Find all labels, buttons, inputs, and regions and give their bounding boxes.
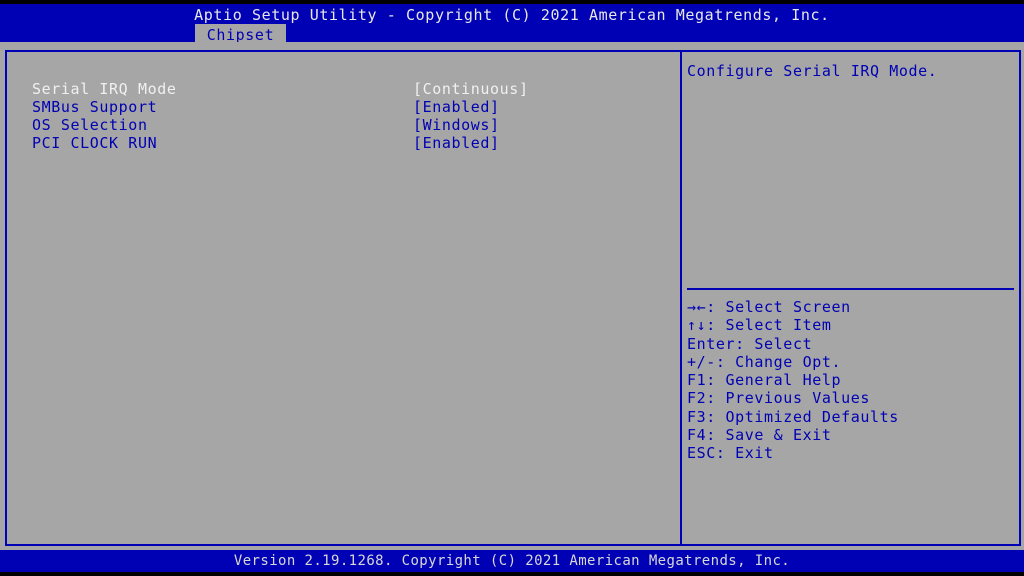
setting-label: Serial IRQ Mode: [32, 80, 177, 98]
setting-serial-irq-mode[interactable]: Serial IRQ Mode [Continuous]: [32, 80, 672, 98]
setting-pci-clock-run[interactable]: PCI CLOCK RUN [Enabled]: [32, 134, 672, 152]
setting-value[interactable]: [Enabled]: [413, 98, 500, 116]
key-esc-exit: ESC: Exit: [687, 444, 774, 463]
help-divider: [687, 288, 1014, 290]
setting-value[interactable]: [Continuous]: [413, 80, 529, 98]
setting-os-selection[interactable]: OS Selection [Windows]: [32, 116, 672, 134]
key-f1-help: F1: General Help: [687, 371, 842, 390]
footer-bar: Version 2.19.1268. Copyright (C) 2021 Am…: [0, 550, 1024, 572]
setting-value[interactable]: [Windows]: [413, 116, 500, 134]
key-f3-defaults: F3: Optimized Defaults: [687, 407, 899, 426]
settings-panel: Serial IRQ Mode [Continuous] SMBus Suppo…: [5, 50, 681, 546]
setting-label: SMBus Support: [32, 98, 158, 116]
key-f4-save-exit: F4: Save & Exit: [687, 426, 832, 445]
app-title: Aptio Setup Utility - Copyright (C) 2021…: [194, 6, 830, 24]
setting-label: OS Selection: [32, 116, 148, 134]
setting-smbus-support[interactable]: SMBus Support [Enabled]: [32, 98, 672, 116]
title-bar: Aptio Setup Utility - Copyright (C) 2021…: [0, 4, 1024, 46]
setting-label: PCI CLOCK RUN: [32, 134, 158, 152]
key-legend: →←: Select Screen ↑↓: Select Item Enter:…: [687, 298, 899, 463]
key-f2-previous: F2: Previous Values: [687, 389, 870, 408]
key-change-opt: +/-: Change Opt.: [687, 352, 842, 371]
key-select-screen: →←: Select Screen: [687, 298, 851, 316]
help-description: Configure Serial IRQ Mode.: [687, 62, 938, 80]
setting-value[interactable]: [Enabled]: [413, 134, 500, 152]
key-enter-select: Enter: Select: [687, 334, 813, 353]
key-select-item: ↑↓: Select Item: [687, 316, 832, 335]
help-panel: Configure Serial IRQ Mode. →←: Select Sc…: [680, 50, 1021, 546]
main-area: Serial IRQ Mode [Continuous] SMBus Suppo…: [0, 42, 1024, 550]
